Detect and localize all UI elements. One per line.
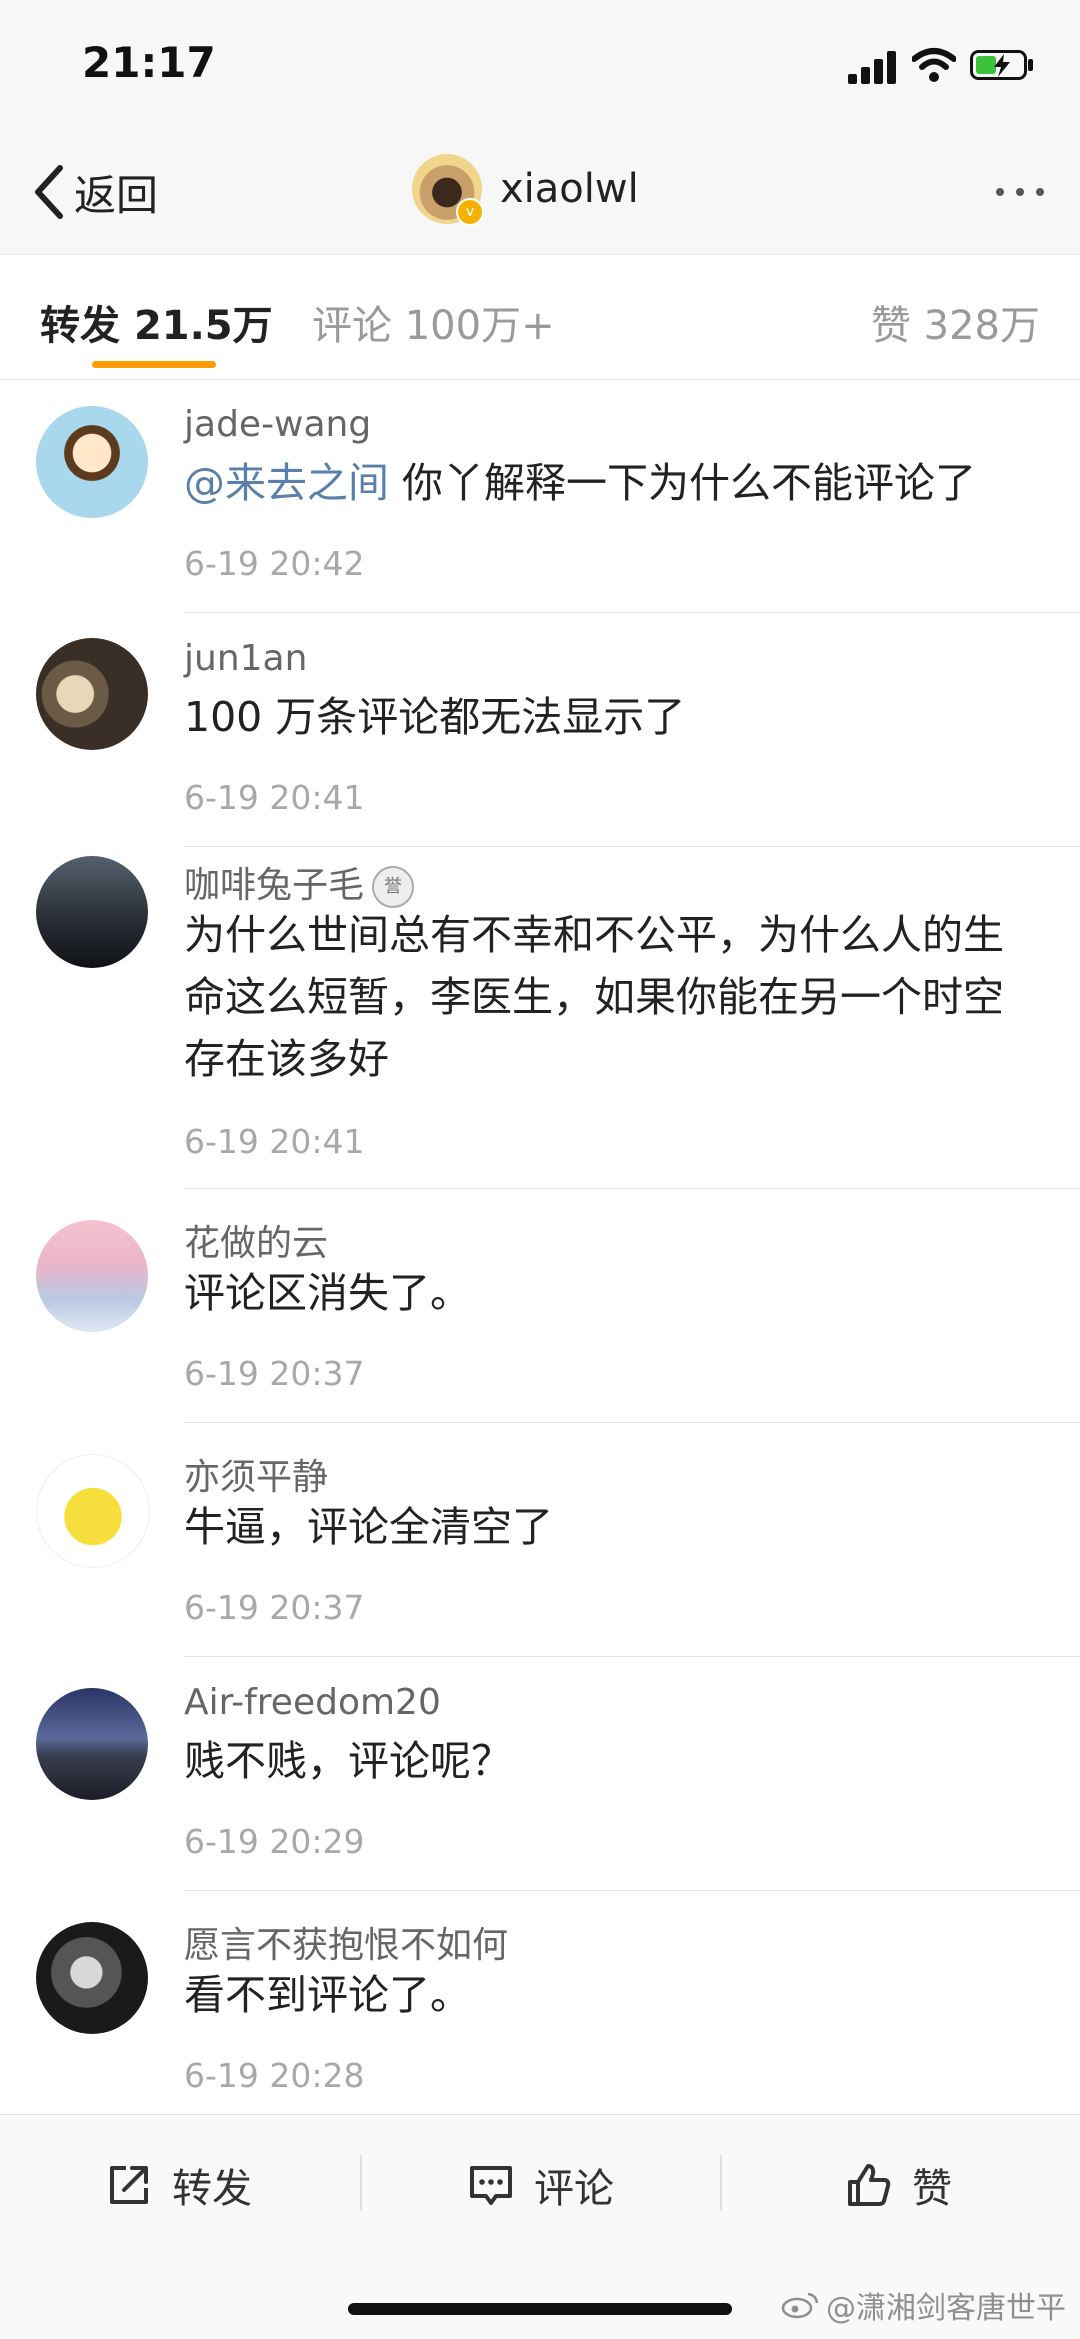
author-name[interactable]: xiaolwl [500,166,639,212]
comment-username-text: 咖啡兔子毛 [184,865,365,906]
comment-text: 为什么世间总有不幸和不公平，为什么人的生命这么短暂，李医生，如果你能在另一个时空… [184,911,1004,1083]
tab-comments-count: 100万+ [404,303,555,349]
thumbs-up-icon [848,2164,891,2206]
tab-likes[interactable]: 赞 328万 [871,293,1040,351]
comment-body: 你丫解释一下为什么不能评论了 [389,459,977,507]
bottom-toolbar: 转发 评论 赞 @潇湘剑客唐世平 [0,2114,1080,2339]
status-bar: 21:17 [0,0,1080,130]
battery-charging-icon [970,50,1033,80]
active-tab-indicator [92,361,216,368]
avatar[interactable] [36,1220,148,1332]
comment-list[interactable]: jade-wang @来去之间 你丫解释一下为什么不能评论了 6-19 20:4… [0,380,1080,2114]
comment-text: 100 万条评论都无法显示了 [184,693,686,741]
comment-button[interactable]: 评论 [466,2155,614,2215]
comment-text: 牛逼，评论全清空了 [184,1503,553,1551]
divider [184,1188,1080,1189]
medal-icon: 誉 [372,866,415,908]
comment-username[interactable]: 愿言不获抱恨不如何 [184,1916,508,1968]
comment-username[interactable]: 花做的云 [184,1214,328,1266]
back-button[interactable]: 返回 [30,160,158,224]
post-author[interactable]: v xiaolwl [412,154,639,226]
weibo-logo-icon [781,2292,819,2319]
comment-username[interactable]: jade-wang [184,404,371,445]
comment-text: 贱不贱，评论呢？ [184,1737,512,1785]
interaction-tabs: 转发 21.5万 评论 100万+ 赞 328万 [0,255,1080,380]
home-indicator[interactable] [348,2303,732,2315]
tab-reposts-label: 转发 [40,303,120,349]
status-time: 21:17 [82,38,216,87]
comment-username[interactable]: 亦须平静 [184,1448,328,1500]
divider [720,2155,722,2211]
comment-text: @来去之间 你丫解释一下为什么不能评论了 [184,452,1044,514]
comment-icon [470,2166,512,2205]
tab-likes-label: 赞 [870,303,911,349]
tab-reposts-count: 21.5万 [133,303,273,349]
repost-label: 转发 [172,2166,252,2212]
tab-reposts[interactable]: 转发 21.5万 [40,293,273,351]
author-avatar[interactable]: v [412,154,484,226]
nav-bar: 返回 v xiaolwl [0,130,1080,255]
comment-username[interactable]: 咖啡兔子毛誉 [184,856,415,908]
avatar[interactable] [36,1688,148,1800]
comment-text: 看不到评论了。 [184,1971,471,2019]
divider [184,1890,1080,1891]
comment-time: 6-19 20:41 [184,1122,365,1161]
divider [184,1656,1080,1657]
avatar[interactable] [36,406,148,518]
divider [184,1422,1080,1423]
comment-label: 评论 [534,2166,614,2212]
divider [184,612,1080,613]
mention-link[interactable]: @来去之间 [184,459,389,507]
comment-username[interactable]: Air-freedom20 [184,1682,441,1723]
comment-text: 评论区消失了。 [184,1269,471,1317]
watermark: @潇湘剑客唐世平 [780,2283,1066,2327]
avatar[interactable] [36,1922,148,2034]
avatar[interactable] [36,856,148,968]
avatar[interactable] [36,1454,150,1568]
comment-time: 6-19 20:42 [184,544,365,583]
cellular-signal-icon [848,50,896,84]
watermark-text: @潇湘剑客唐世平 [826,2291,1066,2326]
verified-badge-icon: v [456,198,484,226]
share-icon [110,2166,148,2204]
avatar[interactable] [36,638,148,750]
more-options-icon[interactable] [996,188,1044,196]
like-button[interactable]: 赞 [844,2155,952,2215]
chevron-left-icon [35,165,63,219]
tab-likes-count: 328万 [923,303,1040,349]
divider [184,846,1080,847]
divider [360,2155,362,2211]
comment-time: 6-19 20:41 [184,778,365,817]
comment-time: 6-19 20:28 [184,2056,365,2095]
back-label: 返回 [74,170,159,220]
comment-time: 6-19 20:37 [184,1354,365,1393]
comment-username[interactable]: jun1an [184,638,307,679]
comment-time: 6-19 20:37 [184,1588,365,1627]
tab-comments-label: 评论 [312,303,392,349]
wifi-icon [912,48,956,82]
repost-button[interactable]: 转发 [104,2155,252,2215]
comment-time: 6-19 20:29 [184,1822,365,1861]
tab-comments[interactable]: 评论 100万+ [312,293,555,351]
like-label: 赞 [912,2166,952,2212]
